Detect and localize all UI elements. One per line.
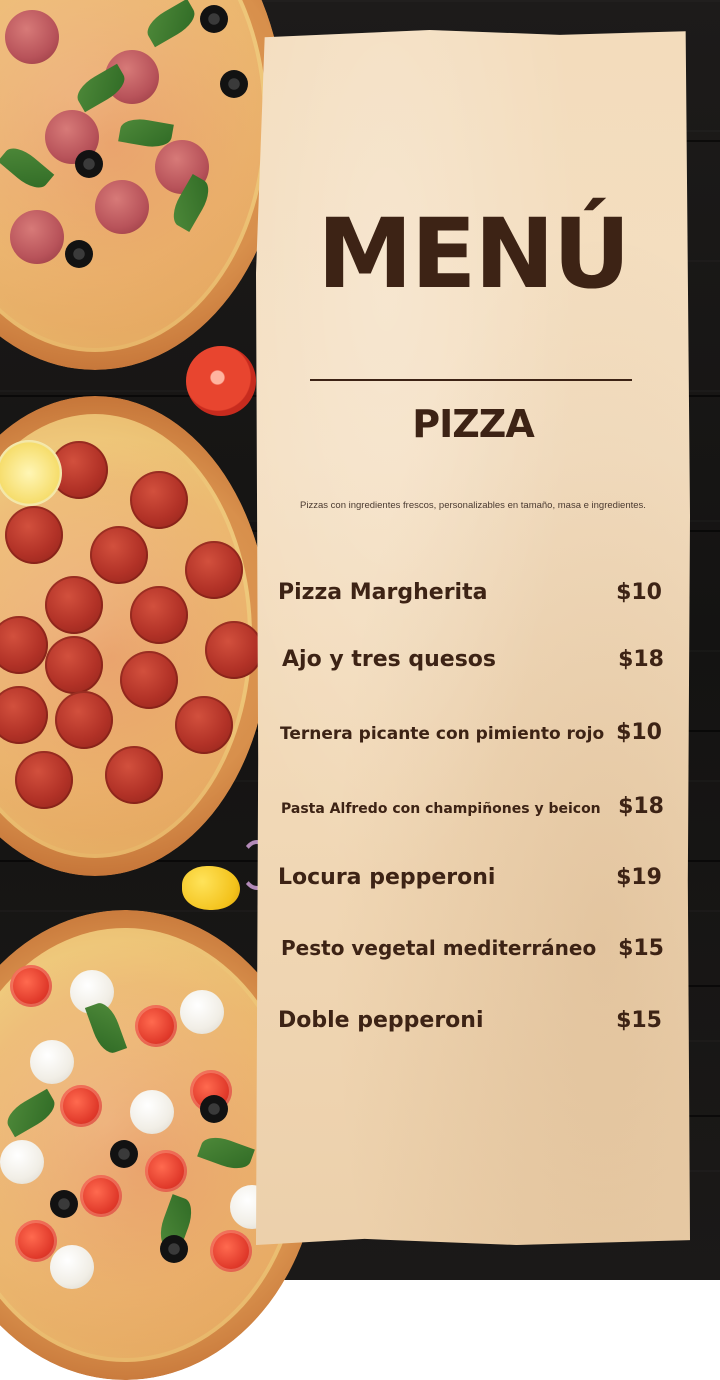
menu-item: Pesto vegetal mediterráneo $15 [281, 936, 664, 961]
menu-item-price: $10 [616, 720, 662, 745]
menu-item: Ternera picante con pimiento rojo $10 [280, 720, 662, 745]
menu-item-name: Doble pepperoni [278, 1008, 484, 1033]
menu-item-price: $19 [616, 865, 662, 890]
menu-item-price: $15 [616, 1008, 662, 1033]
divider [310, 379, 632, 381]
yellow-pepper-image [182, 866, 240, 910]
menu-item-price: $15 [618, 936, 664, 961]
menu-item-name: Locura pepperoni [278, 865, 496, 890]
menu-item-name: Ternera picante con pimiento rojo [280, 724, 605, 744]
menu-item: Pasta Alfredo con champiñones y beicon $… [281, 794, 664, 819]
menu-item-name: Ajo y tres quesos [282, 647, 497, 672]
category-description: Pizzas con ingredientes frescos, persona… [300, 500, 646, 511]
menu-item: Pizza Margherita $10 [278, 580, 662, 605]
tomato-half-image [186, 346, 256, 416]
menu-item: Doble pepperoni $15 [278, 1008, 662, 1033]
menu-title: MENÚ [317, 198, 630, 310]
menu-item-price: $10 [616, 580, 662, 605]
menu-item-price: $18 [618, 794, 664, 819]
menu-item-name: Pasta Alfredo con champiñones y beicon [281, 801, 601, 817]
menu-item: Locura pepperoni $19 [278, 865, 662, 890]
menu-item: Ajo y tres quesos $18 [282, 647, 664, 672]
category-title: PIZZA [412, 402, 535, 446]
menu-item-name: Pizza Margherita [278, 580, 488, 605]
menu-item-price: $18 [618, 647, 664, 672]
menu-paper: MENÚ PIZZA Pizzas con ingredientes fresc… [256, 30, 690, 1245]
menu-item-name: Pesto vegetal mediterráneo [281, 936, 597, 960]
